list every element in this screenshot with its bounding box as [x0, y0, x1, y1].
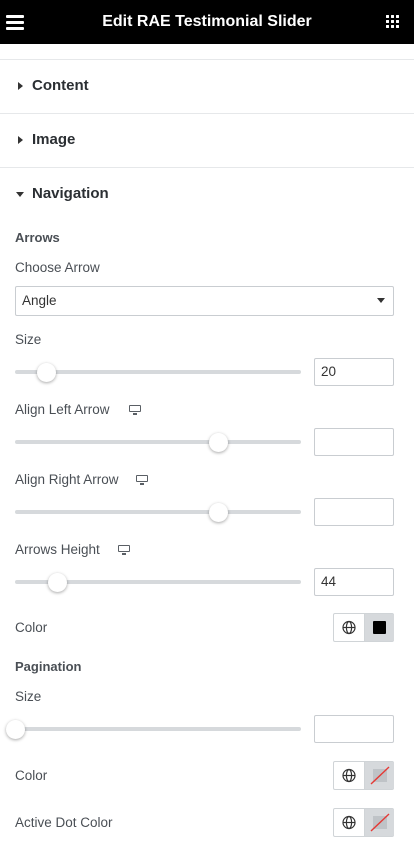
- arrow-color-control: [333, 613, 394, 642]
- grid-apps-icon[interactable]: [386, 15, 400, 29]
- arrow-size-input[interactable]: 20: [314, 358, 394, 386]
- pagination-size-input[interactable]: [314, 715, 394, 743]
- caret-right-icon: [18, 82, 23, 90]
- pagination-heading: Pagination: [15, 659, 82, 674]
- pagination-color-control: [333, 761, 394, 790]
- align-right-arrow-label: Align Right Arrow: [15, 472, 119, 487]
- section-image[interactable]: Image: [0, 113, 414, 166]
- arrows-height-slider-handle[interactable]: [48, 573, 68, 592]
- globe-icon[interactable]: [334, 614, 364, 641]
- pagination-size-slider-track[interactable]: [15, 727, 301, 731]
- section-label: Navigation: [32, 185, 109, 202]
- align-right-arrow-slider-track[interactable]: [15, 510, 301, 514]
- arrows-height-input[interactable]: 44: [314, 568, 394, 596]
- active-dot-color-swatch-empty[interactable]: [364, 809, 394, 836]
- chevron-down-icon: [377, 298, 385, 303]
- desktop-monitor-icon[interactable]: [136, 475, 148, 485]
- color-square: [373, 621, 386, 634]
- choose-arrow-label: Choose Arrow: [15, 260, 100, 275]
- align-right-arrow-input[interactable]: [314, 498, 394, 526]
- arrows-height-label: Arrows Height: [15, 542, 100, 557]
- globe-icon[interactable]: [334, 809, 364, 836]
- align-left-arrow-label: Align Left Arrow: [15, 402, 110, 417]
- caret-right-icon: [18, 136, 23, 144]
- pagination-color-swatch-empty[interactable]: [364, 762, 394, 789]
- choose-arrow-select[interactable]: Angle: [15, 286, 394, 316]
- arrow-color-swatch[interactable]: [364, 614, 394, 641]
- align-left-arrow-slider-track[interactable]: [15, 440, 301, 444]
- desktop-monitor-icon[interactable]: [118, 545, 130, 555]
- section-navigation[interactable]: Navigation: [0, 167, 414, 220]
- desktop-monitor-icon[interactable]: [129, 405, 141, 415]
- align-left-arrow-slider-handle[interactable]: [208, 433, 228, 452]
- arrow-color-label: Color: [15, 620, 48, 635]
- arrow-size-slider-track[interactable]: [15, 370, 301, 374]
- section-label: Content: [32, 77, 89, 94]
- section-content[interactable]: Content: [0, 59, 414, 112]
- arrow-size-label: Size: [15, 332, 42, 347]
- arrows-heading: Arrows: [15, 230, 60, 245]
- caret-down-icon: [16, 192, 24, 197]
- choose-arrow-value: Angle: [22, 293, 57, 308]
- active-dot-color-control: [333, 808, 394, 837]
- align-left-arrow-input[interactable]: [314, 428, 394, 456]
- arrow-size-slider-handle[interactable]: [36, 363, 56, 382]
- pagination-size-slider-handle[interactable]: [5, 720, 25, 739]
- pagination-color-label: Color: [15, 768, 48, 783]
- globe-icon[interactable]: [334, 762, 364, 789]
- align-right-arrow-slider-handle[interactable]: [208, 503, 228, 522]
- section-label: Image: [32, 131, 76, 148]
- editor-header: Edit RAE Testimonial Slider: [0, 0, 414, 44]
- pagination-size-label: Size: [15, 689, 42, 704]
- active-dot-color-label: Active Dot Color: [15, 815, 113, 830]
- panel-title: Edit RAE Testimonial Slider: [102, 13, 312, 30]
